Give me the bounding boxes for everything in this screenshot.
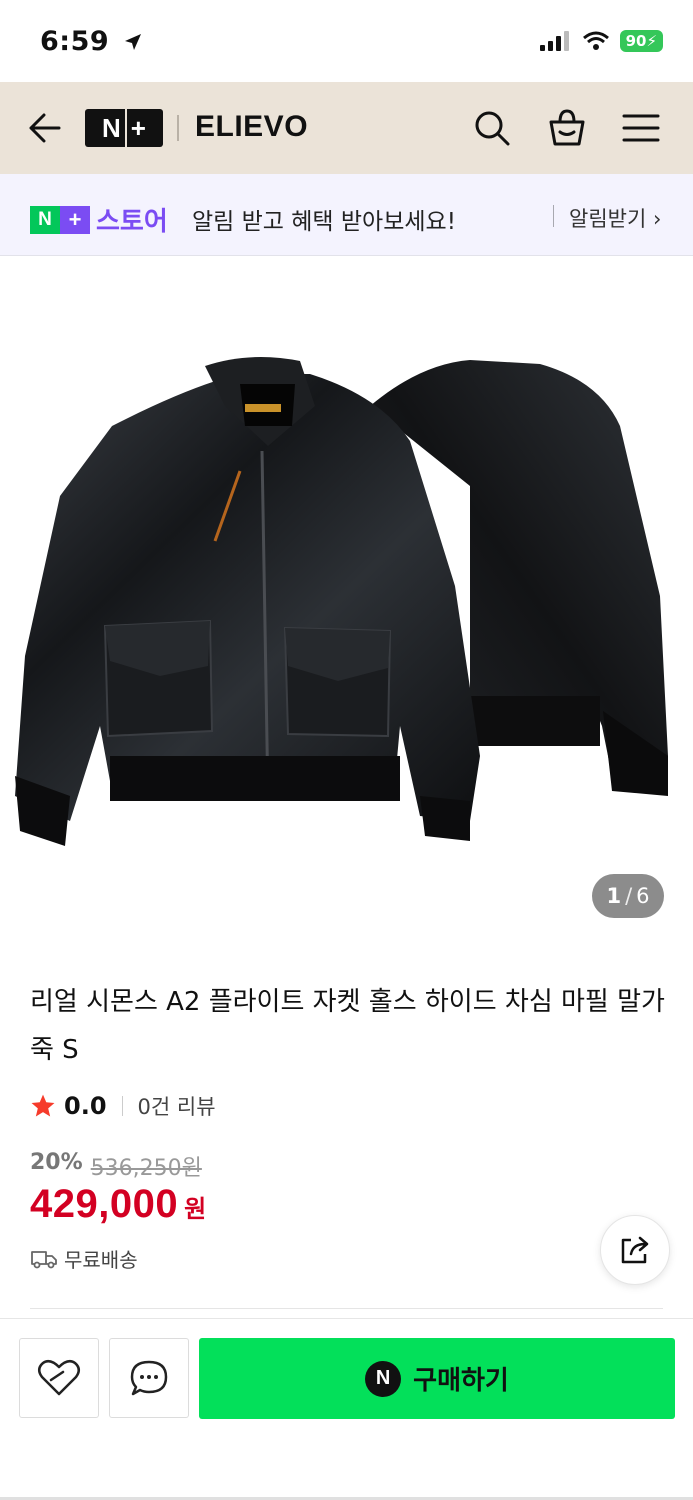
- buy-button[interactable]: N 구매하기: [199, 1338, 675, 1419]
- chat-bubble-icon: [130, 1360, 168, 1396]
- cart-button[interactable]: [547, 108, 587, 148]
- original-price: 536,250원: [90, 1156, 202, 1181]
- back-arrow-icon: [29, 113, 61, 143]
- share-icon: [621, 1236, 649, 1264]
- talk-button[interactable]: [109, 1338, 189, 1418]
- shop-name[interactable]: ELIEVO: [195, 110, 308, 144]
- share-button[interactable]: [600, 1215, 670, 1285]
- back-button[interactable]: [26, 110, 62, 146]
- header: N + ELIEVO: [0, 82, 693, 174]
- truck-icon: [31, 1250, 57, 1268]
- menu-button[interactable]: [621, 108, 661, 148]
- signal-icon: [539, 31, 569, 51]
- shipping-text: 무료배송: [64, 1248, 138, 1272]
- shipping-info: 무료배송: [30, 1244, 138, 1273]
- wishlist-button[interactable]: [19, 1338, 99, 1418]
- star-icon: [31, 1094, 55, 1117]
- info-divider: [30, 1308, 663, 1309]
- search-icon: [475, 111, 510, 146]
- hamburger-menu-icon: [622, 114, 660, 142]
- discount-rate: 20%: [30, 1150, 83, 1175]
- battery-indicator: 90⚡: [619, 30, 663, 52]
- nplus-store-logo: N + 스토어: [30, 201, 168, 238]
- subscribe-alert-link[interactable]: 알림받기 ›: [569, 203, 661, 233]
- notification-banner[interactable]: N + 스토어 알림 받고 혜택 받아보세요! 알림받기 ›: [0, 174, 693, 256]
- price-row: 429,000 원: [30, 1182, 206, 1227]
- sale-price: 429,000: [30, 1182, 179, 1226]
- shopping-bag-icon: [549, 109, 585, 146]
- product-title: 리얼 시몬스 A2 플라이트 자켓 홀스 하이드 차심 마필 말가죽 S: [30, 987, 665, 1065]
- rating-row[interactable]: 0.0 0건 리뷰: [30, 1088, 216, 1124]
- product-image[interactable]: [0, 256, 693, 936]
- review-count[interactable]: 0건 리뷰: [138, 1091, 216, 1121]
- heart-icon: [38, 1359, 80, 1396]
- bottom-action-bar: N 구매하기: [0, 1318, 693, 1500]
- rating-divider: [121, 1096, 123, 1116]
- wifi-icon: [582, 31, 609, 50]
- buy-button-label: 구매하기: [413, 1366, 509, 1396]
- status-icons: 90⚡: [539, 30, 663, 52]
- rating-score: 0.0: [64, 1092, 107, 1120]
- status-time: 6:59: [40, 26, 143, 57]
- notice-divider: [553, 205, 554, 227]
- search-button[interactable]: [472, 108, 512, 148]
- discount-row: 20% 536,250원: [30, 1150, 202, 1182]
- location-arrow-icon: [125, 34, 142, 50]
- nplus-logo[interactable]: N +: [85, 109, 163, 147]
- naver-pay-icon: N: [365, 1360, 402, 1397]
- notice-text: 알림 받고 혜택 받아보세요!: [192, 209, 456, 235]
- clock: 6:59: [40, 26, 110, 57]
- header-divider: [177, 115, 179, 141]
- image-counter: 1/6: [592, 874, 664, 918]
- price-unit: 원: [184, 1195, 207, 1223]
- leather-jacket-image: [15, 357, 668, 846]
- status-bar: 6:59 90⚡: [0, 0, 693, 82]
